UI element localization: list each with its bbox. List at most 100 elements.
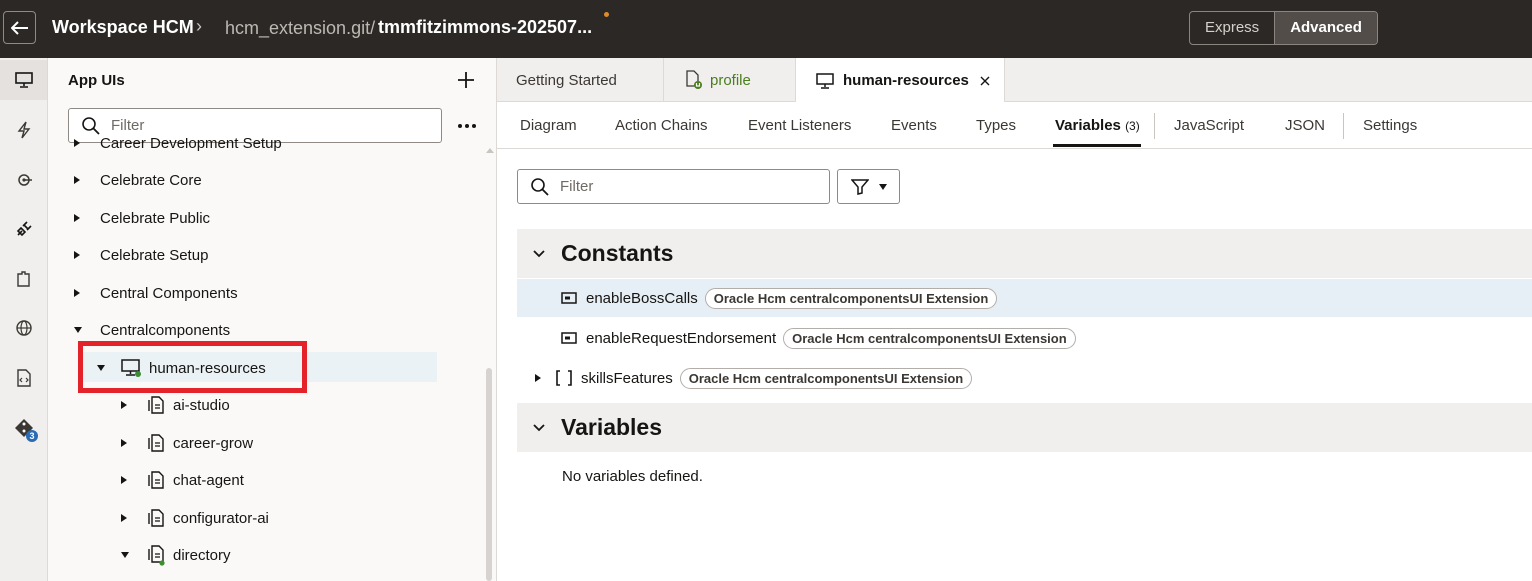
- file-tabs: Getting Started profile human-resources: [497, 58, 1532, 103]
- rail-git[interactable]: 3: [0, 408, 47, 448]
- subtab-events[interactable]: Events: [891, 117, 937, 134]
- flash-icon: [17, 121, 30, 139]
- constants-section-header[interactable]: Constants: [517, 229, 1532, 278]
- extension-tag: Oracle Hcm centralcomponentsUI Extension: [679, 367, 973, 389]
- rail-source[interactable]: [0, 358, 47, 398]
- expand-icon[interactable]: [74, 251, 80, 259]
- tab-human-resources[interactable]: human-resources: [796, 58, 1005, 103]
- collapse-icon[interactable]: [74, 327, 82, 333]
- advanced-mode-button[interactable]: Advanced: [1274, 12, 1377, 44]
- git-changes-badge: 3: [26, 430, 38, 442]
- tree-node[interactable]: Career Development Setup: [74, 138, 282, 160]
- chevron-down-icon: [533, 249, 545, 257]
- panel-title: App UIs: [68, 72, 125, 89]
- filter-icon: [850, 178, 869, 195]
- constant-icon: [561, 332, 577, 344]
- repository-name[interactable]: hcm_extension.git/: [225, 18, 375, 39]
- tab-getting-started[interactable]: Getting Started: [497, 58, 664, 102]
- tree-node[interactable]: chat-agent: [121, 463, 244, 497]
- subtab-types[interactable]: Types: [976, 117, 1016, 134]
- subtab-settings[interactable]: Settings: [1363, 117, 1417, 134]
- extension-file-icon: [686, 70, 702, 89]
- workspace-title[interactable]: Workspace HCM: [52, 17, 194, 38]
- globe-icon: [15, 320, 32, 336]
- search-icon: [82, 116, 100, 135]
- search-icon: [531, 177, 549, 196]
- subtab-json[interactable]: JSON: [1285, 117, 1325, 134]
- tree-node[interactable]: Central Components: [74, 276, 238, 310]
- rail-actions[interactable]: [0, 110, 47, 150]
- app-uis-navigator: App UIs Filter Career Development Setup …: [48, 58, 497, 581]
- add-app-ui-button[interactable]: [454, 68, 478, 92]
- mode-toggle[interactable]: Express Advanced: [1189, 11, 1378, 45]
- variables-filter-input[interactable]: Filter: [517, 169, 830, 204]
- highlight-annotation-box: [78, 341, 307, 393]
- unsaved-changes-dot: [604, 12, 609, 17]
- expand-icon[interactable]: [74, 214, 80, 222]
- chevron-down-icon: [878, 183, 887, 190]
- tree-node[interactable]: configurator-ai: [121, 501, 269, 535]
- rail-business-objects[interactable]: [0, 259, 47, 299]
- tab-profile[interactable]: profile: [664, 58, 796, 102]
- rail-web-apps[interactable]: [0, 308, 47, 348]
- activity-rail: 3: [0, 58, 48, 581]
- expand-icon[interactable]: [121, 439, 127, 447]
- flow-icon: [148, 545, 165, 566]
- rail-plugins[interactable]: [0, 209, 47, 249]
- top-bar: Workspace HCM › hcm_extension.git/ tmmfi…: [0, 0, 1532, 58]
- tree-node[interactable]: career-grow: [121, 426, 253, 460]
- source-file-icon: [16, 369, 31, 387]
- flow-icon: [148, 471, 164, 489]
- tree-node[interactable]: Celebrate Setup: [74, 238, 208, 272]
- extension-tag: Oracle Hcm centralcomponentsUI Extension: [704, 287, 998, 309]
- subtab-diagram[interactable]: Diagram: [520, 117, 577, 134]
- flow-icon: [148, 434, 164, 452]
- more-options-button[interactable]: [455, 116, 479, 136]
- editor-sub-tabs: Diagram Action Chains Event Listeners Ev…: [497, 102, 1532, 149]
- back-button[interactable]: [3, 11, 36, 44]
- filter-placeholder: Filter: [560, 178, 594, 195]
- navigator-scrollbar[interactable]: [486, 368, 492, 581]
- services-icon: [17, 174, 32, 186]
- expand-icon[interactable]: [121, 476, 127, 484]
- branch-name[interactable]: tmmfitzimmons-202507...: [378, 17, 592, 38]
- constant-row-skillsFeatures[interactable]: skillsFeatures Oracle Hcm centralcompone…: [517, 359, 1532, 397]
- express-mode-button[interactable]: Express: [1190, 12, 1274, 44]
- expand-icon[interactable]: [74, 289, 80, 297]
- subtab-javascript[interactable]: JavaScript: [1174, 117, 1244, 134]
- tree-node[interactable]: ai-studio: [121, 388, 230, 422]
- empty-state-text: No variables defined.: [562, 468, 703, 485]
- rail-app-uis[interactable]: [0, 60, 47, 100]
- subtab-variables[interactable]: Variables (3): [1055, 117, 1140, 134]
- arrow-left-icon: [10, 20, 28, 35]
- divider: [1154, 113, 1155, 139]
- rail-services[interactable]: [0, 160, 47, 200]
- expand-icon[interactable]: [535, 374, 541, 382]
- plug-icon: [16, 221, 32, 237]
- expand-icon[interactable]: [74, 139, 80, 147]
- active-tab-indicator: [1053, 144, 1141, 147]
- constant-icon: [561, 292, 577, 304]
- subtab-action-chains[interactable]: Action Chains: [615, 117, 708, 134]
- filter-menu-button[interactable]: [837, 169, 900, 204]
- monitor-icon: [816, 72, 834, 89]
- array-icon: [556, 370, 572, 386]
- more-horizontal-icon: [458, 124, 476, 128]
- tree-node[interactable]: Celebrate Core: [74, 163, 202, 197]
- expand-icon[interactable]: [121, 401, 127, 409]
- flow-icon: [148, 396, 164, 414]
- scroll-up-arrow[interactable]: [486, 148, 494, 153]
- filter-placeholder: Filter: [111, 117, 145, 134]
- tree-node[interactable]: Celebrate Public: [74, 201, 210, 235]
- collapse-icon[interactable]: [121, 552, 129, 558]
- subtab-event-listeners[interactable]: Event Listeners: [748, 117, 851, 134]
- chevron-down-icon: [533, 423, 545, 431]
- plus-icon: [458, 72, 474, 88]
- variables-section-header[interactable]: Variables: [517, 403, 1532, 452]
- tree-node[interactable]: directory: [121, 538, 231, 572]
- constant-row-enableBossCalls[interactable]: enableBossCalls Oracle Hcm centralcompon…: [517, 279, 1532, 317]
- constant-row-enableRequestEndorsement[interactable]: enableRequestEndorsement Oracle Hcm cent…: [517, 319, 1532, 357]
- expand-icon[interactable]: [74, 176, 80, 184]
- expand-icon[interactable]: [121, 514, 127, 522]
- close-icon[interactable]: [980, 76, 990, 86]
